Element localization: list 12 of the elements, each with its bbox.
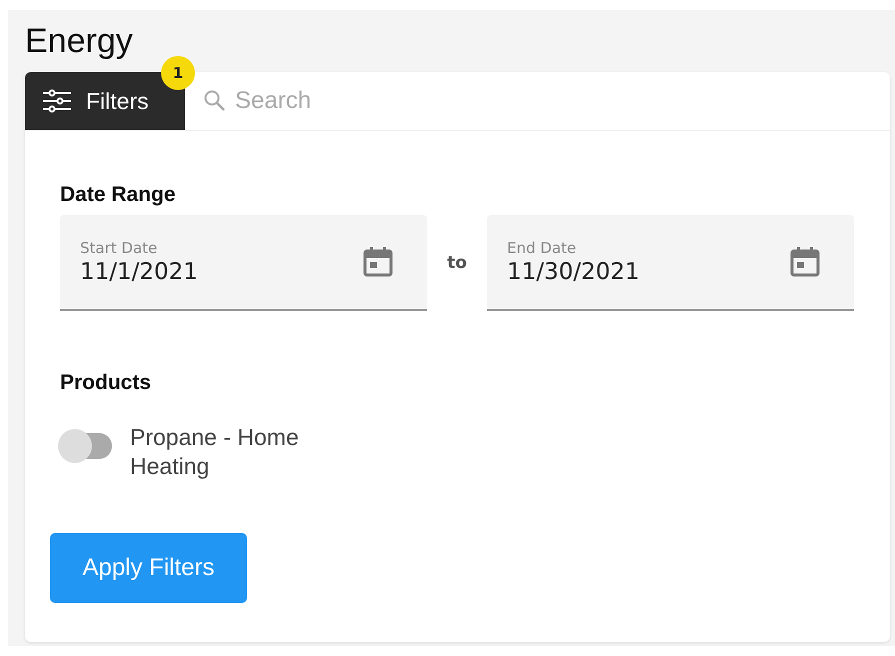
calendar-icon[interactable] [790, 246, 820, 278]
date-field[interactable]: Start Date 11/1/2021 [60, 215, 427, 311]
count-badge: 1 [161, 56, 195, 90]
page-title: Energy [25, 21, 134, 62]
range-connector: to [446, 253, 468, 273]
section-heading: Products [60, 371, 152, 395]
search-icon [203, 89, 227, 113]
date-field[interactable]: End Date 11/30/2021 [487, 215, 854, 311]
section-heading: Date Range [60, 183, 177, 207]
sliders-icon [42, 89, 72, 113]
product-label: Propane - Home Heating [130, 423, 300, 481]
calendar-icon[interactable] [363, 246, 393, 278]
